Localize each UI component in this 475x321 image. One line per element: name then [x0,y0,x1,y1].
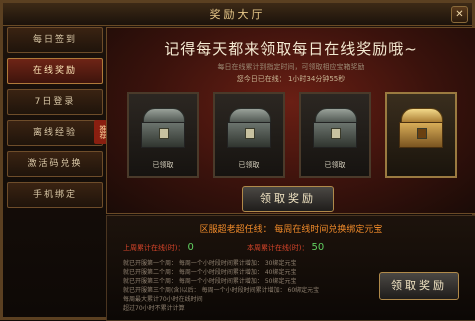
chest-status-label: 已领取 [324,161,346,169]
weekly-online-title: 区服超老超任线： 每周在线时间兑换绑定元宝 [199,225,383,235]
chest-slot-4[interactable] [385,92,457,178]
chest-slot-2[interactable]: 已领取 [213,92,285,178]
gold-chest-icon [399,108,443,148]
last-week-label: 上周累计在线(时)： [123,244,185,252]
sidebar-item-label: 7日登录 [34,97,76,107]
sidebar: 每日签到 在线奖励 7日登录 离线经验 推荐 激活码兑换 手机绑定 [7,27,107,213]
chest-slot-1[interactable]: 已领取 [127,92,199,178]
sidebar-item-label: 每日签到 [32,35,77,45]
reward-tip: 每日在线累计到指定时间，可领取相应宝箱奖励 [217,63,365,71]
this-week-value: 50 [311,242,325,253]
weekly-online-panel: 区服超老超任线： 每周在线时间兑换绑定元宝 上周累计在线(时)： 0 本周累计在线… [106,215,475,321]
claim-reward-button[interactable]: 领取奖励 [242,186,334,212]
silver-chest-icon [141,108,185,148]
silver-chest-icon [227,108,271,148]
online-reward-panel: 记得每天都来领取每日在线奖励哦~ 每日在线累计到指定时间，可领取相应宝箱奖励 您… [106,27,475,214]
sidebar-item-phone-binding[interactable]: 手机绑定 [7,182,103,208]
chest-status-label: 已领取 [238,161,260,169]
silver-chest-icon [313,108,357,148]
chest-slot-3[interactable]: 已领取 [299,92,371,178]
page-title: 记得每天都来领取每日在线奖励哦~ [164,40,418,58]
title-bar: 奖励大厅 ✕ [3,3,472,26]
claim-weekly-reward-button[interactable]: 领取奖励 [379,272,459,300]
last-week-online-stat: 上周累计在线(时)： 0 [123,242,194,253]
sidebar-item-label: 在线奖励 [32,66,77,76]
online-time-text: 您今日已在线： 1小时34分钟55秒 [236,75,346,83]
sidebar-item-label: 激活码兑换 [27,159,83,169]
rule-item: 就已开服第三个周： 每周一个小时段时间累计增加： 50绑定元宝 [123,278,297,285]
sidebar-item-label: 离线经验 [32,128,77,138]
rule-item: 超过70小时不累计计算 [123,305,185,312]
close-button[interactable]: ✕ [451,6,468,23]
rule-item: 每周最大累计70小时在线时间 [123,296,203,303]
last-week-value: 0 [187,242,194,253]
sidebar-item-online-reward[interactable]: 在线奖励 [7,58,103,84]
window-title: 奖励大厅 [209,8,266,21]
reward-rules-list: 就已开服第一个周： 每周一个小时段时间累计增加： 30绑定元宝 就已开服第二个周… [123,258,373,312]
sidebar-item-daily-signin[interactable]: 每日签到 [7,27,103,53]
chest-row: 已领取 已领取 已领取 [127,92,457,178]
sidebar-item-label: 手机绑定 [32,190,77,200]
chest-status-label: 已领取 [152,161,174,169]
reward-hall-window: 奖励大厅 ✕ 每日签到 在线奖励 7日登录 离线经验 推荐 激活码兑换 手机绑定… [0,0,475,321]
sidebar-item-activation-code[interactable]: 激活码兑换 [7,151,103,177]
this-week-online-stat: 本周累计在线(时)： 50 [247,242,324,253]
rule-item: 就已开服第二个周： 每周一个小时段时间累计增加： 40绑定元宝 [123,269,297,276]
rule-item: 就已开服第三个周(含)以后： 每周一个小时段时间累计增加： 60绑定元宝 [123,287,320,294]
this-week-label: 本周累计在线(时)： [247,244,309,252]
sidebar-item-offline-exp[interactable]: 离线经验 推荐 [7,120,107,146]
sidebar-item-7day-login[interactable]: 7日登录 [7,89,103,115]
rule-item: 就已开服第一个周： 每周一个小时段时间累计增加： 30绑定元宝 [123,260,297,267]
